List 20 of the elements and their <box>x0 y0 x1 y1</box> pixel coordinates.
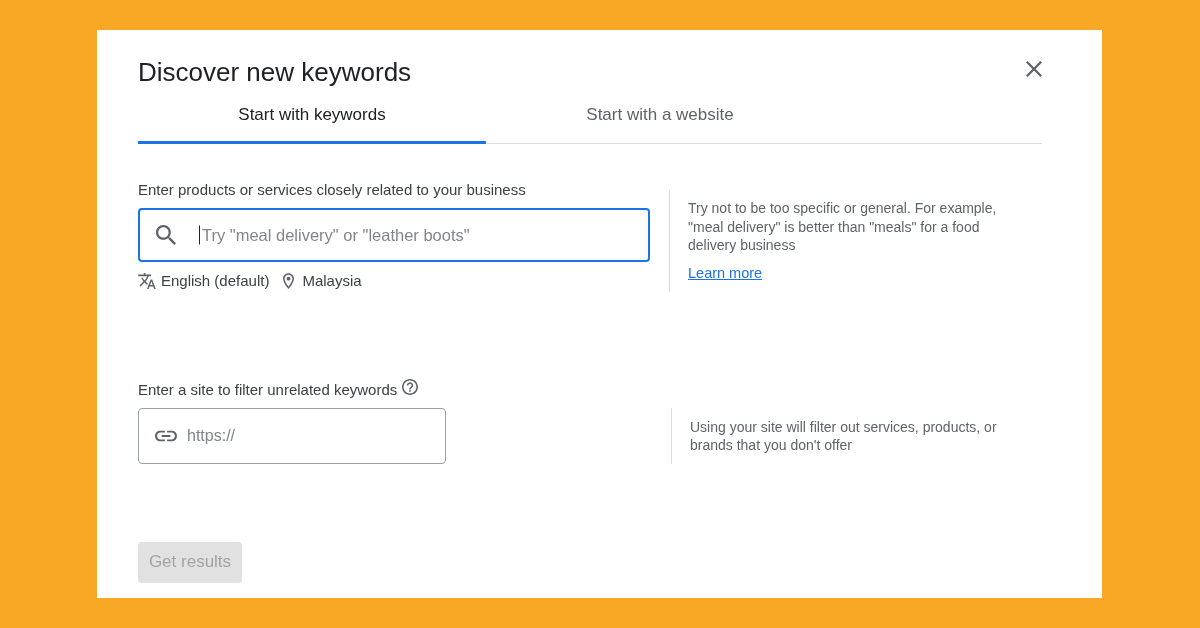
help-icon[interactable] <box>402 378 419 395</box>
url-field[interactable]: https:// <box>138 407 446 464</box>
search-icon <box>156 225 176 245</box>
tab[interactable]: Start with keywords <box>138 96 486 144</box>
language-button[interactable]: English (default) <box>138 272 270 290</box>
hint-text: Using your site will filter out services, products, or brands that you don't offer <box>690 417 998 455</box>
text-cursor-icon <box>199 225 200 245</box>
learn-more-link[interactable]: Learn more <box>688 263 763 282</box>
dialog-title: Discover new keywords <box>138 57 412 87</box>
location-pin-icon <box>283 273 295 289</box>
close-icon <box>1026 61 1042 77</box>
field-label: Enter products or services closely related to your business <box>138 181 527 199</box>
close-button[interactable] <box>1026 61 1042 77</box>
field-label: Enter a site to filter unrelated keywords <box>138 380 398 399</box>
hint-text: Try not to be too specific or general. For example, "meal delivery" is better than "meals" for a food delivery business <box>688 199 998 255</box>
search-field[interactable]: Try "meal delivery" or "leather boots" <box>138 208 650 262</box>
tab[interactable]: Start with a website <box>486 96 834 144</box>
location-button[interactable]: Malaysia <box>283 272 362 290</box>
link-icon <box>155 430 177 441</box>
translate-icon <box>138 273 156 289</box>
